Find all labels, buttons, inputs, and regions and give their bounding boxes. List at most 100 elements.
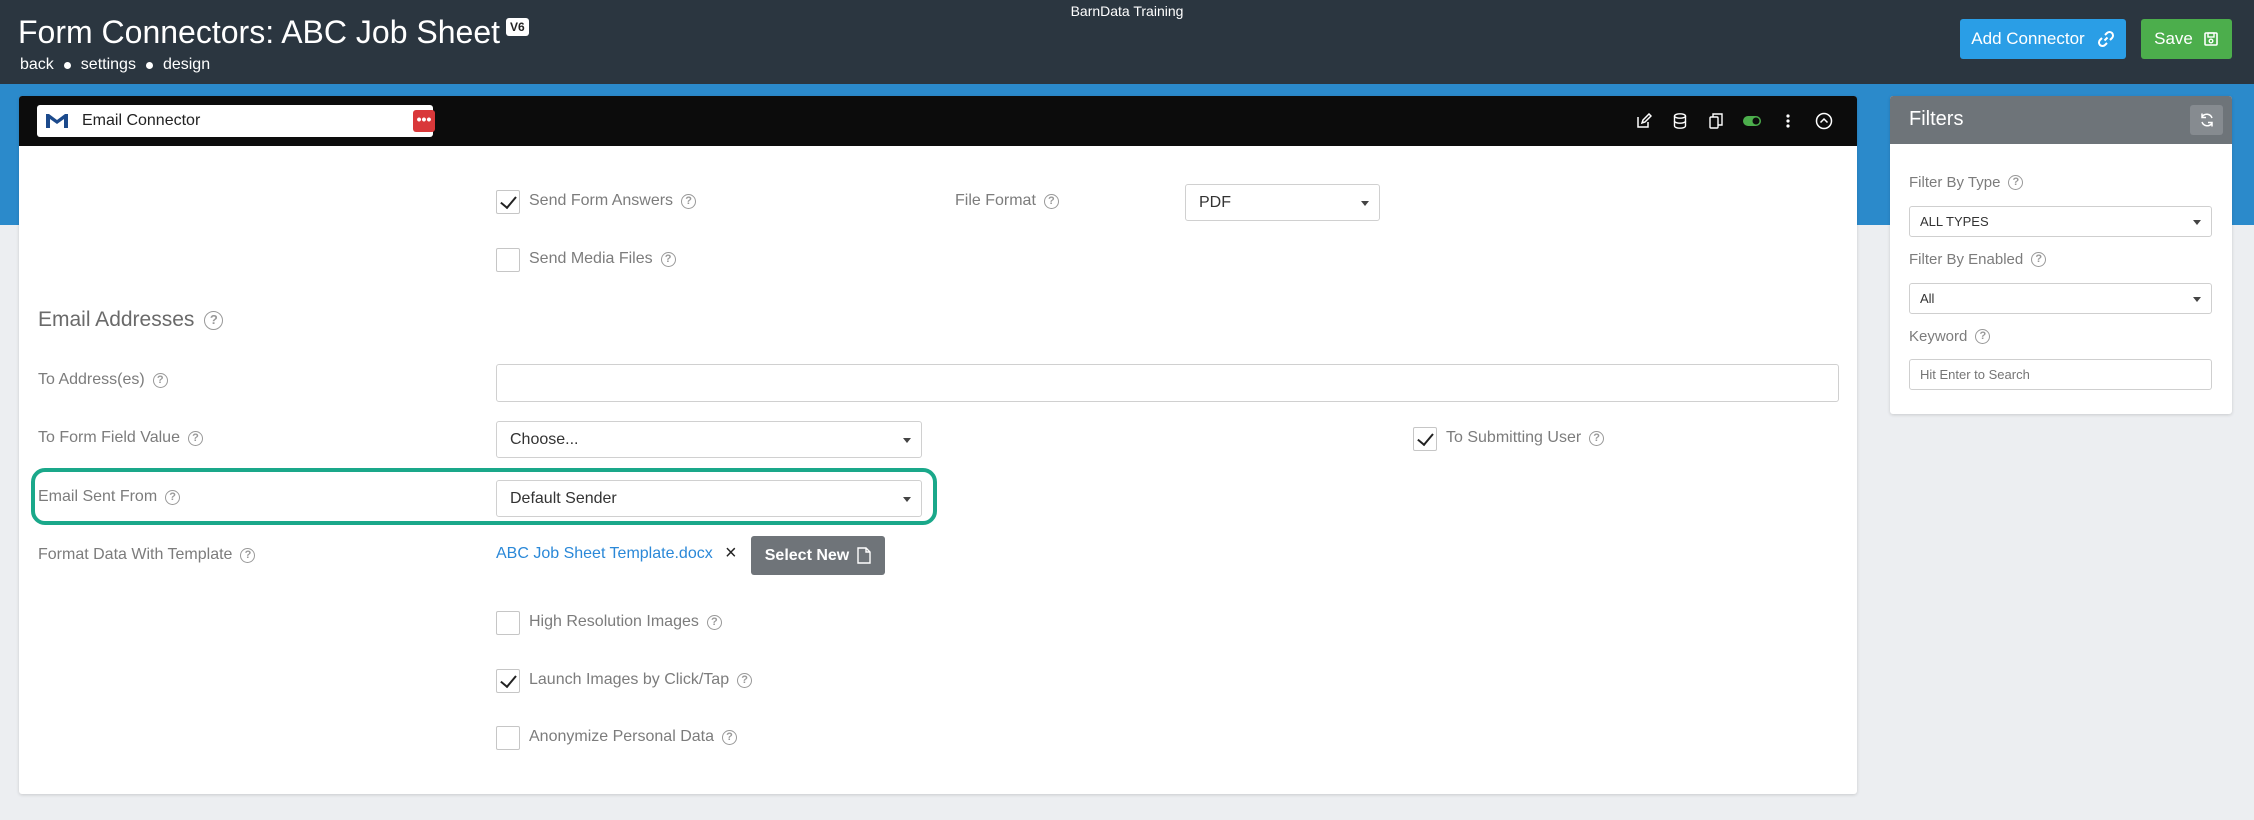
chevron-down-icon <box>2193 220 2201 225</box>
copy-icon[interactable] <box>1705 110 1727 132</box>
refresh-filters-button[interactable] <box>2190 105 2223 135</box>
email-sent-from-label: Email Sent From ? <box>38 488 181 506</box>
keyword-label: Keyword ? <box>1909 328 1991 345</box>
help-icon[interactable]: ? <box>152 372 168 388</box>
email-addresses-text: Email Addresses <box>38 308 195 331</box>
gmail-icon <box>45 113 69 129</box>
filter-by-type-select[interactable]: ALL TYPES <box>1909 206 2212 237</box>
version-badge: V6 <box>506 18 529 36</box>
file-format-label: File Format ? <box>955 192 1059 210</box>
filter-by-enabled-text: Filter By Enabled <box>1909 251 2024 268</box>
connector-name: Email Connector <box>82 112 201 129</box>
send-form-answers-label: Send Form Answers ? <box>529 192 697 210</box>
to-submitting-user-text: To Submitting User <box>1446 429 1582 446</box>
send-media-files-label: Send Media Files ? <box>529 250 676 268</box>
kebab-menu-icon[interactable] <box>1777 110 1799 132</box>
help-icon[interactable]: ? <box>1589 430 1605 446</box>
page-title: Form Connectors: ABC Job Sheet V6 <box>18 14 529 51</box>
to-form-field-value-select[interactable]: Choose... <box>496 421 922 458</box>
filter-by-enabled-value: All <box>1920 291 1935 306</box>
help-icon[interactable]: ? <box>660 251 676 267</box>
to-submitting-user-label: To Submitting User ? <box>1446 429 1605 447</box>
launch-images-text: Launch Images by Click/Tap <box>529 671 730 688</box>
launch-images-label: Launch Images by Click/Tap ? <box>529 671 753 689</box>
anonymize-checkbox[interactable] <box>496 726 520 750</box>
breadcrumb-settings[interactable]: settings <box>81 56 136 74</box>
to-form-field-value-label: To Form Field Value ? <box>38 429 203 447</box>
file-format-select[interactable]: PDF <box>1185 184 1380 221</box>
email-sent-from-select[interactable]: Default Sender <box>496 480 922 517</box>
toggle-icon[interactable] <box>1741 110 1763 132</box>
chevron-down-icon <box>2193 297 2201 302</box>
breadcrumb-design[interactable]: design <box>163 56 210 74</box>
chevron-down-icon <box>1361 201 1369 206</box>
help-icon[interactable]: ? <box>2031 252 2047 267</box>
template-file-link[interactable]: ABC Job Sheet Template.docx <box>496 545 713 563</box>
help-icon[interactable]: ? <box>204 310 224 330</box>
high-resolution-images-text: High Resolution Images <box>529 613 699 630</box>
help-icon[interactable]: ? <box>721 729 737 745</box>
save-icon <box>2204 32 2218 46</box>
database-icon[interactable] <box>1669 110 1691 132</box>
file-format-value: PDF <box>1199 193 1231 211</box>
to-submitting-user-checkbox[interactable] <box>1413 427 1437 451</box>
help-icon[interactable]: ? <box>1043 193 1059 209</box>
anonymize-text: Anonymize Personal Data <box>529 728 714 745</box>
keyword-text: Keyword <box>1909 328 1968 345</box>
send-form-answers-checkbox[interactable] <box>496 190 520 214</box>
keyword-search-input[interactable] <box>1909 359 2212 390</box>
connector-card-header: Email Connector ••• <box>19 96 1857 146</box>
send-media-files-text: Send Media Files <box>529 250 653 267</box>
format-template-text: Format Data With Template <box>38 546 233 563</box>
save-label: Save <box>2154 29 2193 48</box>
remove-template-icon[interactable]: × <box>725 542 737 565</box>
link-icon <box>2097 30 2114 48</box>
to-addresses-input[interactable] <box>496 364 1839 402</box>
help-icon[interactable]: ? <box>681 193 697 209</box>
more-options-icon[interactable]: ••• <box>413 110 435 132</box>
connector-card: Email Connector ••• Send Form Answers ? … <box>19 96 1857 794</box>
email-sent-from-text: Email Sent From <box>38 488 158 505</box>
breadcrumb: back settings design <box>20 56 210 74</box>
add-connector-button[interactable]: Add Connector <box>1960 19 2126 59</box>
to-form-field-value-value: Choose... <box>510 430 579 448</box>
save-button[interactable]: Save <box>2141 19 2232 59</box>
help-icon[interactable]: ? <box>240 547 256 563</box>
chevron-down-icon <box>903 438 911 443</box>
chevron-down-icon <box>903 497 911 502</box>
breadcrumb-separator <box>145 61 153 69</box>
format-template-label: Format Data With Template ? <box>38 546 256 564</box>
send-media-files-checkbox[interactable] <box>496 248 520 272</box>
filters-title: Filters <box>1909 108 1964 130</box>
file-icon <box>857 547 871 564</box>
refresh-icon <box>2200 113 2213 127</box>
filter-by-enabled-select[interactable]: All <box>1909 283 2212 314</box>
breadcrumb-separator <box>63 61 71 69</box>
filter-by-type-value: ALL TYPES <box>1920 214 1989 229</box>
to-addresses-text: To Address(es) <box>38 371 145 388</box>
send-form-answers-text: Send Form Answers <box>529 192 674 209</box>
launch-images-checkbox[interactable] <box>496 669 520 693</box>
help-icon[interactable]: ? <box>187 430 203 446</box>
collapse-icon[interactable] <box>1813 110 1835 132</box>
to-form-field-value-text: To Form Field Value <box>38 429 180 446</box>
help-icon[interactable]: ? <box>165 489 181 505</box>
edit-icon[interactable] <box>1633 110 1655 132</box>
add-connector-label: Add Connector <box>1971 29 2085 48</box>
select-new-label: Select New <box>764 546 850 564</box>
help-icon[interactable]: ? <box>1975 329 1991 344</box>
filters-panel: Filters Filter By Type ? ALL TYPES Filte… <box>1890 96 2232 414</box>
help-icon[interactable]: ? <box>2008 175 2024 190</box>
top-bar: BarnData Training Form Connectors: ABC J… <box>0 0 2254 84</box>
connector-title-pill: Email Connector ••• <box>37 105 435 137</box>
select-new-button[interactable]: Select New <box>751 536 885 575</box>
breadcrumb-back[interactable]: back <box>20 56 54 74</box>
help-icon[interactable]: ? <box>706 614 722 630</box>
filters-header: Filters <box>1890 96 2232 144</box>
help-icon[interactable]: ? <box>737 672 753 688</box>
high-resolution-images-checkbox[interactable] <box>496 611 520 635</box>
page-title-text: Form Connectors: ABC Job Sheet <box>18 14 500 50</box>
file-format-text: File Format <box>955 192 1036 209</box>
anonymize-label: Anonymize Personal Data ? <box>529 728 737 746</box>
to-addresses-label: To Address(es) ? <box>38 371 168 389</box>
